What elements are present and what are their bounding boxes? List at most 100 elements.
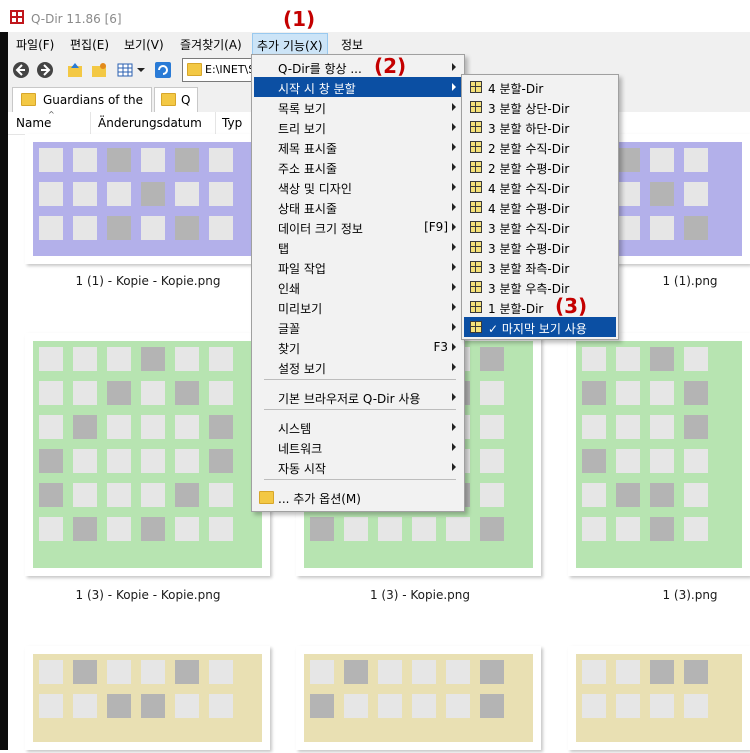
split-menu-item[interactable]: 4 분할-Dir <box>464 77 616 97</box>
extras-menu-item[interactable]: 목록 보기 <box>254 97 462 117</box>
extras-menu-item[interactable]: 파일 작업 <box>254 257 462 277</box>
menu-item-label: 3 분할 수직-Dir <box>488 222 570 236</box>
split-menu-item[interactable]: 3 분할 상단-Dir <box>464 97 616 117</box>
thumbnail-caption[interactable]: 1 (3).png <box>570 588 750 602</box>
thumbnail-cell <box>73 517 97 541</box>
menu-item-label: ... 추가 옵션(M) <box>278 492 361 506</box>
view-grid-icon[interactable] <box>116 61 134 79</box>
thumbnail-cell <box>107 415 131 439</box>
extras-menu-item[interactable]: 제목 표시줄 <box>254 137 462 157</box>
chevron-down-icon[interactable] <box>136 61 146 79</box>
extras-menu-item[interactable]: 글꼴 <box>254 317 462 337</box>
extras-menu-item[interactable]: 데이터 크기 정보 [F9] <box>254 217 462 237</box>
thumbnail-cell <box>684 415 708 439</box>
extras-menu-item[interactable]: Q-Dir를 항상 ... <box>254 57 462 77</box>
column-divider[interactable] <box>215 112 216 134</box>
tab-guardians[interactable]: Guardians of the ... <box>12 87 152 121</box>
thumbnail-cell <box>616 216 640 240</box>
thumbnail-caption[interactable]: 1 (1) - Kopie - Kopie.png <box>28 274 268 288</box>
extras-menu-item[interactable]: 기본 브라우저로 Q-Dir 사용 <box>254 387 462 407</box>
thumbnail-cell <box>616 182 640 206</box>
column-type[interactable]: Typ <box>222 116 242 130</box>
thumbnail-cell <box>39 347 63 371</box>
folder-icon <box>187 63 202 76</box>
thumbnail-cell <box>650 148 674 172</box>
submenu-arrow-icon <box>452 393 456 401</box>
split-layout-icon <box>470 81 482 93</box>
split-menu-item[interactable]: 3 분할 수직-Dir <box>464 217 616 237</box>
thumbnail-cell <box>582 415 606 439</box>
split-menu-item[interactable]: 4 분할 수직-Dir <box>464 177 616 197</box>
split-menu-item[interactable]: 1 분할-Dir <box>464 297 616 317</box>
menu-file[interactable]: 파일(F) <box>16 36 54 53</box>
split-menu-item[interactable]: 2 분할 수평-Dir <box>464 157 616 177</box>
split-menu-item[interactable]: 3 분할 수평-Dir <box>464 237 616 257</box>
menu-info[interactable]: 정보 <box>341 36 363 53</box>
menu-item-label: 미리보기 <box>278 302 323 316</box>
split-menu-item[interactable]: ✓ 마지막 보기 사용 <box>464 317 616 337</box>
thumbnail-cell <box>582 660 606 684</box>
up-folder-icon[interactable] <box>66 61 84 79</box>
extras-menu-item[interactable]: 자동 시작 <box>254 457 462 477</box>
submenu-arrow-icon <box>452 423 456 431</box>
menu-item-label: 2 분할 수직-Dir <box>488 142 570 156</box>
submenu-arrow-icon <box>452 323 456 331</box>
thumbnail-image[interactable] <box>25 134 270 264</box>
thumbnail-cell <box>378 694 402 718</box>
new-folder-icon[interactable] <box>90 61 108 79</box>
thumbnail-cell <box>175 148 199 172</box>
extras-menu-item[interactable]: 설정 보기 <box>254 357 462 377</box>
extras-menu-item[interactable]: 찾기 F3 <box>254 337 462 357</box>
thumbnail-cell <box>73 216 97 240</box>
thumbnail-caption[interactable]: 1 (3) - Kopie.png <box>300 588 540 602</box>
thumbnail-cell <box>209 182 233 206</box>
extras-menu-item[interactable]: 탭 <box>254 237 462 257</box>
thumbnail-cell <box>344 660 368 684</box>
extras-menu-item[interactable]: 색상 및 디자인 <box>254 177 462 197</box>
extras-menu-item[interactable]: 시스템 <box>254 417 462 437</box>
thumbnail-cell <box>73 381 97 405</box>
column-divider[interactable] <box>90 112 91 134</box>
split-layout-icon <box>470 321 482 333</box>
back-icon[interactable] <box>12 61 30 79</box>
submenu-arrow-icon <box>452 63 456 71</box>
thumbnail-cell <box>209 216 233 240</box>
submenu-arrow-icon <box>452 103 456 111</box>
thumbnail-image[interactable] <box>25 646 270 750</box>
thumbnail-image[interactable] <box>296 646 541 750</box>
submenu-arrow-icon <box>452 303 456 311</box>
thumbnail-cell <box>175 381 199 405</box>
extras-menu-item[interactable]: ... 추가 옵션(M) <box>254 487 462 507</box>
thumbnail-cell <box>175 483 199 507</box>
thumbnail-cell <box>39 381 63 405</box>
extras-menu-item[interactable]: 인쇄 <box>254 277 462 297</box>
split-menu-item[interactable]: 3 분할 좌측-Dir <box>464 257 616 277</box>
extras-menu-item[interactable]: 시작 시 창 분할 <box>254 77 462 97</box>
extras-menu-item[interactable]: 네트워크 <box>254 437 462 457</box>
split-menu-item[interactable]: 2 분할 수직-Dir <box>464 137 616 157</box>
split-menu-item[interactable]: 3 분할 하단-Dir <box>464 117 616 137</box>
thumbnail-image[interactable] <box>25 333 270 576</box>
submenu-arrow-icon <box>452 223 456 231</box>
extras-menu-item[interactable]: 미리보기 <box>254 297 462 317</box>
thumbnail-caption[interactable]: 1 (3) - Kopie - Kopie.png <box>28 588 268 602</box>
tab-q[interactable]: Q <box>154 87 198 112</box>
thumbnail-image[interactable] <box>568 646 750 750</box>
menu-view[interactable]: 보기(V) <box>124 36 164 53</box>
thumbnail-cell <box>650 449 674 473</box>
extras-menu-item[interactable]: 상태 표시줄 <box>254 197 462 217</box>
thumbnail-pattern <box>33 654 262 742</box>
thumbnail-cell <box>616 347 640 371</box>
column-modified[interactable]: Änderungsdatum <box>98 116 202 130</box>
forward-icon[interactable] <box>36 61 54 79</box>
extras-menu: Q-Dir를 항상 ... 시작 시 창 분할 목록 보기 트리 보기 제목 표시줄 주소… <box>251 54 465 512</box>
extras-menu-item[interactable]: 트리 보기 <box>254 117 462 137</box>
extras-menu-item[interactable]: 주소 표시줄 <box>254 157 462 177</box>
split-menu-item[interactable]: 4 분할 수평-Dir <box>464 197 616 217</box>
menu-favorites[interactable]: 즐겨찾기(A) <box>180 36 242 53</box>
menu-edit[interactable]: 편집(E) <box>70 36 109 53</box>
thumbnail-image[interactable] <box>568 333 750 576</box>
refresh-icon[interactable] <box>154 61 172 79</box>
split-menu-item[interactable]: 3 분할 우측-Dir <box>464 277 616 297</box>
column-name[interactable]: Name <box>16 116 51 130</box>
